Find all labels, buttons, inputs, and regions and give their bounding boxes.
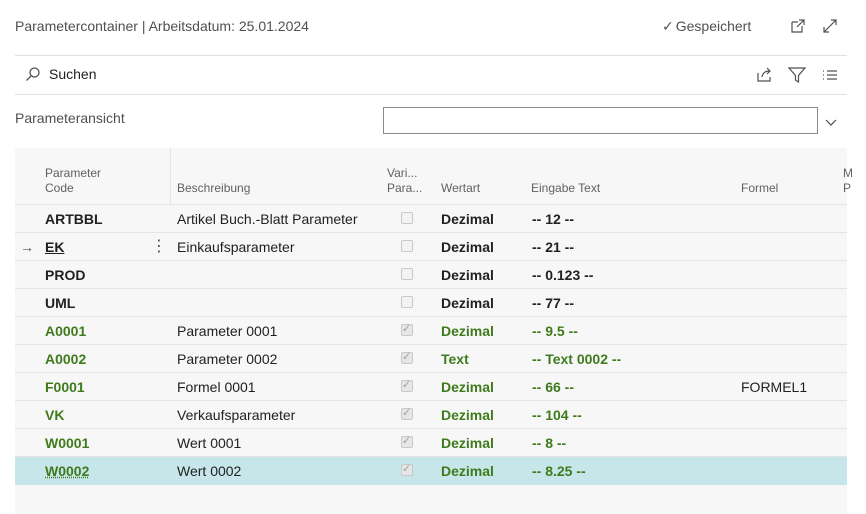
parameter-code-link[interactable]: PROD (45, 261, 85, 289)
chevron-down-icon[interactable] (822, 113, 840, 131)
input-text-cell: -- 77 -- (532, 295, 574, 311)
input-text-cell: -- Text 0002 -- (532, 351, 622, 367)
value-type-cell: Dezimal (441, 211, 494, 227)
input-text-cell: -- 8.25 -- (532, 463, 586, 479)
value-type-cell: Dezimal (441, 435, 494, 451)
more-vertical-icon[interactable]: ⋮ (151, 233, 167, 261)
table-row[interactable]: W0002 Wert 0002 Dezimal -- 8.25 -- (15, 456, 847, 485)
parameter-code-link[interactable]: VK (45, 401, 64, 429)
description-cell: Verkaufsparameter (177, 407, 296, 423)
header-divider (15, 55, 847, 56)
column-header-var-line2: Para... (387, 181, 423, 195)
input-text-cell: -- 8 -- (532, 435, 567, 451)
table-row[interactable]: → ⋮ EK Einkaufsparameter Dezimal -- 21 -- (15, 232, 847, 261)
checkmark-icon: ✓ (662, 18, 674, 34)
search-label: Suchen (49, 66, 97, 82)
table-row[interactable]: PROD Dezimal -- 0.123 -- (15, 260, 847, 289)
variable-parameter-checkbox[interactable] (401, 434, 413, 448)
table-row[interactable]: W0001 Wert 0001 Dezimal -- 8 -- (15, 428, 847, 457)
arrow-right-icon: → (20, 239, 34, 255)
variable-parameter-checkbox[interactable] (401, 462, 413, 476)
column-header-code-line2: Code (45, 181, 74, 195)
value-type-cell: Dezimal (441, 295, 494, 311)
value-type-cell: Dezimal (441, 267, 494, 283)
value-type-cell: Dezimal (441, 463, 494, 479)
value-type-cell: Dezimal (441, 239, 494, 255)
variable-parameter-checkbox[interactable] (401, 350, 413, 364)
parameter-code-link[interactable]: W0002 (45, 457, 89, 485)
column-divider (170, 148, 171, 204)
description-cell: Parameter 0001 (177, 323, 278, 339)
input-text-cell: -- 9.5 -- (532, 323, 578, 339)
variable-parameter-checkbox[interactable] (401, 378, 413, 392)
parameter-code-link[interactable]: EK (45, 233, 64, 261)
saved-label: Gespeichert (675, 18, 752, 34)
variable-parameter-checkbox[interactable] (401, 322, 413, 336)
variable-parameter-checkbox[interactable] (401, 240, 413, 252)
parameter-code-link[interactable]: A0001 (45, 317, 86, 345)
search-icon (26, 67, 40, 81)
input-text-cell: -- 66 -- (532, 379, 574, 395)
column-header-description[interactable]: Beschreibung (177, 181, 250, 196)
column-header-value-type[interactable]: Wertart (441, 181, 480, 196)
column-header-more[interactable]: M P (843, 166, 853, 196)
parameter-table: Parameter Code Beschreibung Vari... Para… (15, 148, 853, 514)
column-header-more-line1: M (843, 166, 853, 180)
description-cell: Artikel Buch.-Blatt Parameter (177, 211, 358, 227)
parameter-code-link[interactable]: ARTBBL (45, 205, 103, 233)
open-in-new-window-icon[interactable] (789, 17, 807, 35)
table-row[interactable]: F0001 Formel 0001 Dezimal -- 66 -- FORMEL1 (15, 372, 847, 401)
table-row[interactable]: A0002 Parameter 0002 Text -- Text 0002 -- (15, 344, 847, 373)
variable-parameter-checkbox[interactable] (401, 268, 413, 280)
page-title: Parametercontainer | Arbeitsdatum: 25.01… (15, 18, 309, 34)
variable-parameter-checkbox[interactable] (401, 406, 413, 420)
expand-icon[interactable] (821, 17, 839, 35)
value-type-cell: Text (441, 351, 469, 367)
column-header-input-text[interactable]: Eingabe Text (531, 181, 600, 196)
column-header-code-line1: Parameter (45, 166, 102, 180)
filter-icon[interactable] (787, 65, 807, 85)
input-text-cell: -- 12 -- (532, 211, 574, 227)
parameter-view-label: Parameteransicht (15, 110, 125, 126)
input-text-cell: -- 0.123 -- (532, 267, 594, 283)
share-icon[interactable] (755, 65, 775, 85)
column-header-formula[interactable]: Formel (741, 181, 778, 196)
toolbar-divider (15, 94, 847, 95)
column-header-variable-parameter[interactable]: Vari... Para... (387, 166, 422, 196)
description-cell: Parameter 0002 (177, 351, 278, 367)
list-view-icon[interactable] (820, 65, 840, 85)
description-cell: Einkaufsparameter (177, 239, 295, 255)
value-type-cell: Dezimal (441, 379, 494, 395)
column-header-var-line1: Vari... (387, 166, 418, 180)
variable-parameter-checkbox[interactable] (401, 296, 413, 308)
variable-parameter-checkbox[interactable] (401, 212, 413, 224)
input-text-cell: -- 104 -- (532, 407, 582, 423)
parameter-code-link[interactable]: A0002 (45, 345, 86, 373)
search-button[interactable]: Suchen (25, 66, 96, 82)
table-row[interactable]: UML Dezimal -- 77 -- (15, 288, 847, 317)
description-cell: Formel 0001 (177, 379, 256, 395)
description-cell: Wert 0002 (177, 463, 242, 479)
parameter-code-link[interactable]: F0001 (45, 373, 85, 401)
parameter-code-link[interactable]: UML (45, 289, 75, 317)
value-type-cell: Dezimal (441, 407, 494, 423)
table-row[interactable]: VK Verkaufsparameter Dezimal -- 104 -- (15, 400, 847, 429)
input-text-cell: -- 21 -- (532, 239, 574, 255)
table-row[interactable]: A0001 Parameter 0001 Dezimal -- 9.5 -- (15, 316, 847, 345)
value-type-cell: Dezimal (441, 323, 494, 339)
column-header-code[interactable]: Parameter Code (45, 166, 101, 196)
parameter-view-select[interactable] (383, 107, 818, 134)
table-row[interactable]: ARTBBL Artikel Buch.-Blatt Parameter Dezim… (15, 204, 847, 233)
formula-cell: FORMEL1 (741, 379, 808, 395)
description-cell: Wert 0001 (177, 435, 242, 451)
saved-status: ✓ Gespeichert (662, 18, 751, 35)
column-header-more-line2: P (843, 181, 852, 195)
parameter-code-link[interactable]: W0001 (45, 429, 89, 457)
